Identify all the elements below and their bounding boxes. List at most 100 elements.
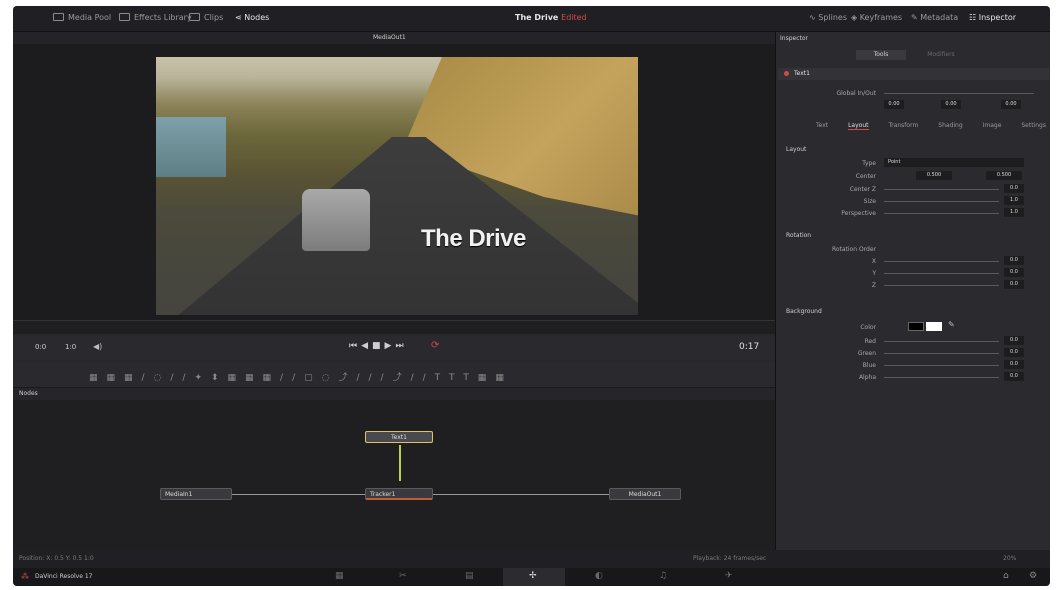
subtab-text[interactable]: Text — [816, 122, 828, 130]
nodes-label: Nodes — [244, 13, 270, 22]
page-media-icon[interactable]: ▦ — [335, 571, 344, 581]
layout-section-header[interactable]: Layout — [786, 146, 806, 153]
metadata-icon: ✎ — [911, 13, 921, 22]
global-out-value[interactable]: 0.00 — [1001, 100, 1021, 109]
timecode-end: 0:17 — [739, 342, 760, 352]
timecode-start[interactable]: 0:0 — [35, 343, 46, 351]
center-x-value[interactable]: 0.500 — [916, 171, 952, 180]
alpha-slider[interactable] — [884, 377, 999, 378]
inspector-label: Inspector — [978, 13, 1017, 22]
subtab-layout[interactable]: Layout — [848, 122, 869, 130]
green-value[interactable]: 0.0 — [1004, 348, 1024, 357]
rotation-z-slider[interactable] — [884, 285, 999, 286]
background-section-header[interactable]: Background — [786, 308, 822, 315]
rotation-y-label: Y — [872, 270, 876, 277]
blue-value[interactable]: 0.0 — [1004, 360, 1024, 369]
metadata-button[interactable]: ✎ Metadata — [911, 13, 958, 22]
green-slider[interactable] — [884, 353, 999, 354]
centerz-slider[interactable] — [884, 189, 999, 190]
size-slider[interactable] — [884, 201, 999, 202]
loop-icon[interactable]: ⟳ — [431, 340, 439, 351]
subtab-shading[interactable]: Shading — [938, 122, 962, 130]
tab-tools[interactable]: Tools — [856, 50, 906, 60]
volume-icon[interactable]: ◀) — [93, 342, 102, 351]
center-y-value[interactable]: 0.500 — [986, 171, 1022, 180]
global-in-value[interactable]: 0.00 — [884, 100, 904, 109]
tool-icons[interactable]: ▦▦▦∕◌∕∕✦⬍▦▦▦∕∕▢◌⤴∕∕∕⤴∕∕TTT▦▦ — [89, 370, 513, 383]
red-value[interactable]: 0.0 — [1004, 336, 1024, 345]
rotation-section-header[interactable]: Rotation — [786, 232, 811, 239]
rotation-y-slider[interactable] — [884, 273, 999, 274]
tab-modifiers[interactable]: Modifiers — [916, 50, 966, 60]
node-tracker1[interactable]: Tracker1 — [365, 488, 433, 500]
page-fairlight-icon[interactable]: ♫ — [659, 571, 667, 581]
inspector-header: Inspector — [780, 35, 808, 42]
rotation-x-value[interactable]: 0.0 — [1004, 256, 1024, 265]
page-color-icon[interactable]: ◐ — [595, 571, 603, 581]
node-name-label: Text1 — [794, 70, 810, 77]
blue-slider[interactable] — [884, 365, 999, 366]
splines-label: Splines — [818, 13, 848, 22]
rotation-y-value[interactable]: 0.0 — [1004, 268, 1024, 277]
size-value[interactable]: 1.0 — [1004, 196, 1024, 205]
page-cut-icon[interactable]: ✂ — [399, 571, 407, 581]
global-inout-slider[interactable] — [884, 93, 1034, 94]
perspective-slider[interactable] — [884, 213, 999, 214]
rotation-order-label: Rotation Order — [831, 246, 876, 253]
node-text1[interactable]: Text1 — [365, 431, 433, 443]
subtab-transform[interactable]: Transform — [888, 122, 918, 130]
page-edit-icon[interactable]: ▤ — [465, 571, 474, 581]
centerz-value[interactable]: 0.0 — [1004, 184, 1024, 193]
rotation-z-value[interactable]: 0.0 — [1004, 280, 1024, 289]
timeline-ruler[interactable] — [13, 320, 775, 334]
alpha-label: Alpha — [858, 374, 876, 381]
type-dropdown[interactable]: Point — [884, 158, 1024, 167]
subtab-settings[interactable]: Settings — [1021, 122, 1046, 130]
page-fusion-active[interactable]: ✢ — [503, 568, 565, 586]
inspector-button[interactable]: ☷ Inspector — [969, 13, 1016, 22]
keyframes-button[interactable]: ◈ Keyframes — [851, 13, 902, 22]
resolve-logo-icon: ⁂ — [21, 572, 29, 581]
inspector-icon: ☷ — [969, 13, 979, 22]
clips-label: Clips — [204, 13, 224, 22]
settings-gear-icon[interactable]: ⚙ — [1029, 571, 1037, 581]
color-label: Color — [860, 324, 876, 331]
node-mediaout1[interactable]: MediaOut1 — [609, 488, 681, 500]
node-name-row[interactable]: Text1 — [778, 68, 1049, 80]
centerz-label: Center Z — [849, 186, 876, 193]
media-pool-label: Media Pool — [68, 13, 112, 22]
sea-region — [156, 117, 226, 177]
node-graph[interactable]: Text1 MediaIn1 Tracker1 MediaOut1 — [13, 400, 775, 550]
timecode-current[interactable]: 1:0 — [65, 343, 76, 351]
red-slider[interactable] — [884, 341, 999, 342]
effects-library-button[interactable]: Effects Library — [119, 13, 192, 22]
app-name: DaVinci Resolve 17 — [35, 573, 93, 580]
clips-button[interactable]: Clips — [189, 13, 223, 22]
nodes-header: Nodes — [13, 388, 775, 400]
viewer-toolbar: MediaOut1 — [13, 32, 775, 44]
rotation-x-label: X — [871, 258, 876, 265]
node-mediain1[interactable]: MediaIn1 — [160, 488, 232, 500]
playback-buttons[interactable]: ⏮◀■▶⏭ — [349, 341, 408, 351]
splines-button[interactable]: ∿ Splines — [809, 13, 847, 22]
home-icon[interactable]: ⌂ — [1003, 571, 1009, 581]
status-bar: Position: X: 0.5 Y: 0.5 1:0 Playback: 24… — [13, 550, 1050, 568]
color-swatch-white[interactable] — [926, 322, 942, 331]
media-pool-button[interactable]: Media Pool — [53, 13, 111, 22]
rotation-x-slider[interactable] — [884, 261, 999, 262]
perspective-value[interactable]: 1.0 — [1004, 208, 1024, 217]
transport-controls: 0:0 1:0 ◀) ⏮◀■▶⏭ ⟳ 0:17 — [13, 336, 775, 360]
color-swatch-black[interactable] — [908, 322, 924, 331]
alpha-value[interactable]: 0.0 — [1004, 372, 1024, 381]
top-toolbar: Media Pool Effects Library Clips ⋖ Nodes… — [13, 6, 1050, 32]
viewer-frame[interactable]: The Drive — [156, 57, 638, 315]
subtab-image[interactable]: Image — [983, 122, 1002, 130]
project-title: The Drive Edited — [515, 13, 587, 22]
nodes-button[interactable]: ⋖ Nodes — [235, 13, 269, 22]
inspector-subtabs: Text Layout Transform Shading Image Sett… — [816, 122, 1046, 130]
global-mid-value[interactable]: 0.00 — [941, 100, 961, 109]
page-bar: ⁂ DaVinci Resolve 17 ▦ ✂ ▤ ✢ ◐ ♫ ✈ ⌂ ⚙ — [13, 568, 1050, 586]
eyedropper-icon[interactable]: ✎ — [948, 320, 955, 329]
title-text-overlay[interactable]: The Drive — [421, 225, 526, 253]
page-deliver-icon[interactable]: ✈ — [725, 571, 733, 581]
